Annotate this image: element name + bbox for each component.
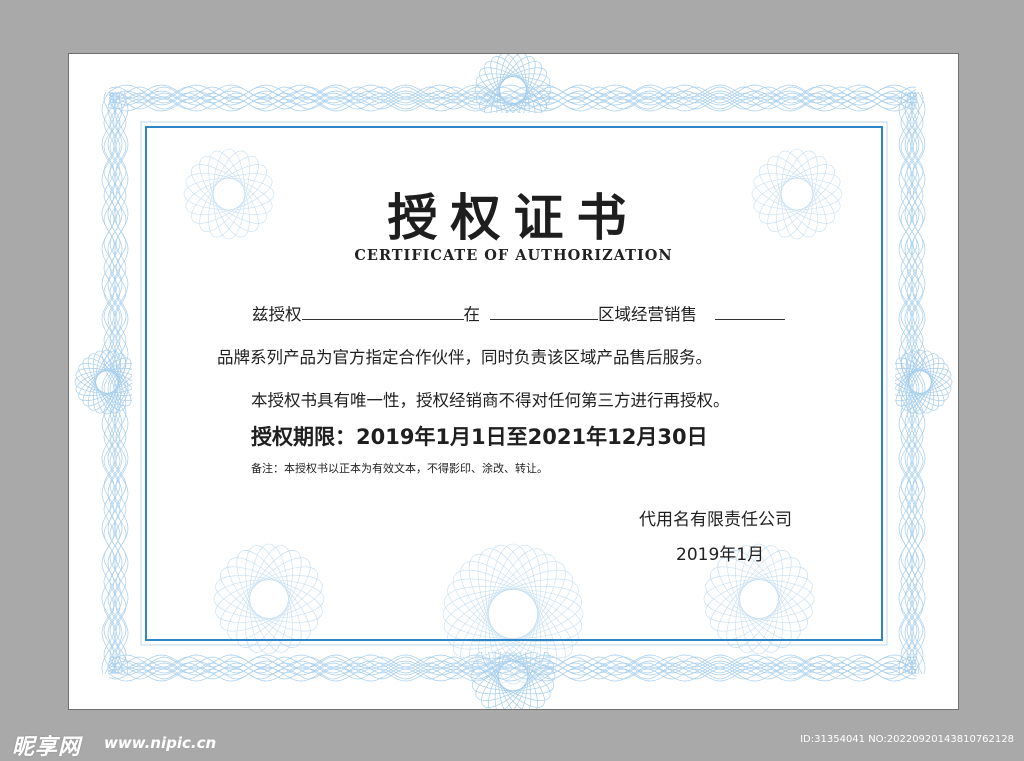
- stock-image-id: ID:31354041 NO:20220920143810762128: [800, 734, 1014, 745]
- brand-blank: [715, 305, 785, 320]
- region-blank: [490, 305, 598, 320]
- issuer-company: 代用名有限责任公司: [639, 510, 792, 530]
- authorize-label: 兹授权: [252, 305, 302, 324]
- certificate-paper: 授权证书 CERTIFICATE OF AUTHORIZATION 兹授权 在 区域…: [68, 53, 959, 710]
- authorization-period: 授权期限：2019年1月1日至2021年12月30日: [251, 425, 708, 449]
- certificate-title: 授权证书: [387, 189, 640, 247]
- exclusivity-statement: 本授权书具有唯一性，授权经销商不得对任何第三方进行再授权。: [251, 391, 730, 410]
- dealer-name-blank: [301, 305, 464, 320]
- watermark-logo: 昵享网: [12, 735, 82, 760]
- watermark-url: www.nipic.cn: [104, 734, 217, 752]
- certificate-subtitle: CERTIFICATE OF AUTHORIZATION: [354, 247, 673, 264]
- region-sales-label: 区域经营销售: [598, 305, 697, 324]
- in-label: 在: [463, 305, 481, 324]
- authorization-line: 兹授权 在 区域经营销售: [252, 301, 785, 325]
- issue-date: 2019年1月: [676, 545, 765, 565]
- partner-statement: 品牌系列产品为官方指定合作伙伴，同时负责该区域产品售后服务。: [217, 348, 712, 367]
- remark-note: 备注：本授权书以正本为有效文本，不得影印、涂改、转让。: [251, 462, 548, 475]
